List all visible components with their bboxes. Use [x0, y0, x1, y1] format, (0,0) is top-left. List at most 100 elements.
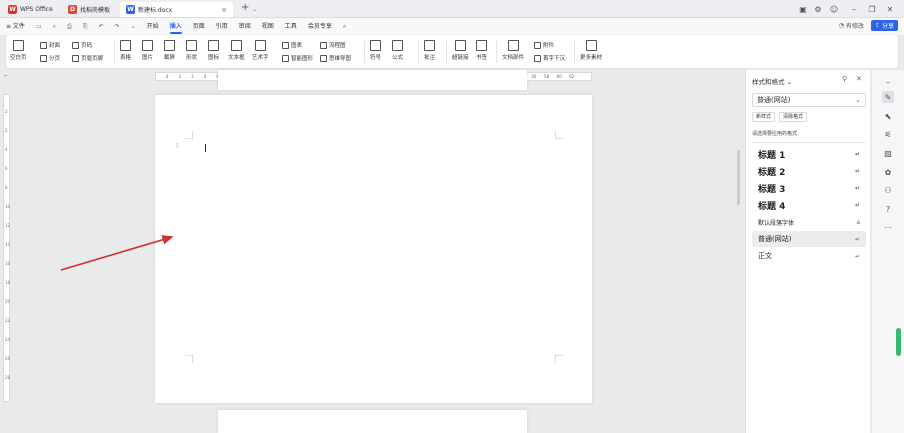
- tab-document[interactable]: W 新建标.docx ×: [120, 2, 233, 17]
- side-handle[interactable]: [896, 328, 901, 356]
- drop-cap-button[interactable]: 首字下沉: [534, 54, 565, 62]
- smart-graphic-button[interactable]: 智能图形: [282, 54, 313, 62]
- tab-wps-office[interactable]: W WPS Office: [2, 2, 59, 17]
- vertical-ruler[interactable]: 2 2 4 6 8 10 12 14 16 18 20 22 24 26 28: [3, 94, 10, 402]
- select-icon[interactable]: ⬉: [882, 110, 894, 122]
- drag-handle-icon[interactable]: ⠿: [175, 143, 179, 150]
- tab-start[interactable]: 开始: [147, 18, 159, 35]
- collab-status[interactable]: ◔ 有修改: [839, 21, 864, 30]
- symbol-button[interactable]: 符号: [370, 40, 381, 61]
- close-tab-icon[interactable]: ×: [221, 6, 227, 14]
- cover-button[interactable]: 封面: [40, 41, 60, 49]
- more-icon[interactable]: ⋯: [882, 221, 894, 233]
- close-panel-icon[interactable]: ✕: [856, 75, 862, 83]
- style-heading-1[interactable]: 标题 1 ↵: [752, 146, 866, 162]
- help-icon[interactable]: ?: [882, 203, 894, 215]
- close-icon[interactable]: ✕: [884, 3, 896, 15]
- wordart-button[interactable]: 艺术字: [252, 40, 269, 61]
- style-normal-web[interactable]: 普通(网站) ↵: [752, 231, 866, 247]
- pen-icon[interactable]: ✎: [882, 91, 894, 103]
- minimize-icon[interactable]: –: [848, 3, 860, 15]
- document-page[interactable]: ⠿: [155, 95, 592, 403]
- chevron-down-icon: ⌄: [786, 78, 793, 86]
- screenshot-button[interactable]: 截屏: [164, 40, 175, 61]
- export-icon[interactable]: ⎘: [83, 23, 88, 31]
- tab-insert[interactable]: 插入: [169, 18, 182, 35]
- icon-library-icon: [208, 40, 219, 51]
- doc-parts-button[interactable]: 文档部件: [502, 40, 524, 61]
- new-style-button[interactable]: 新样式: [752, 112, 776, 122]
- tab-tools[interactable]: 工具: [285, 18, 297, 35]
- palette-icon[interactable]: ✿: [882, 166, 894, 178]
- cloud-icon: ◔: [838, 22, 844, 29]
- table-button[interactable]: 表格: [120, 40, 131, 61]
- blank-page-button[interactable]: 空白页: [10, 40, 27, 61]
- tab-template[interactable]: D 找稻壳模板: [62, 2, 116, 17]
- chart-icon: [282, 41, 289, 49]
- formula-button[interactable]: 公式: [392, 40, 403, 61]
- icons-button[interactable]: 图标: [208, 40, 219, 61]
- ruler-corner-icon[interactable]: ⌐: [4, 73, 8, 79]
- tab-page[interactable]: 页面: [193, 18, 205, 35]
- settings-icon[interactable]: ⚟: [882, 128, 894, 140]
- file-menu[interactable]: ≡ 文件: [6, 18, 25, 35]
- menu-bar: ≡ 文件 ▭ ⌕ ⎙ ⎘ ↶ ↷ ⌄ 开始 插入 页面 引用 审阅 视图 工具 …: [0, 18, 904, 35]
- bookmark-button[interactable]: 书签: [476, 40, 487, 61]
- print-preview-icon[interactable]: ⌕: [53, 23, 56, 31]
- page-break-button[interactable]: 分页: [40, 54, 60, 62]
- more-material-button[interactable]: 更多素材: [580, 40, 602, 61]
- return-icon: ↵: [854, 184, 860, 192]
- account-icon[interactable]: ☺: [828, 3, 840, 15]
- search-icon[interactable]: ⌕: [343, 23, 346, 31]
- ruler-tick-label: 2: [191, 74, 194, 79]
- style-heading-4[interactable]: 标题 4 ↵: [752, 197, 866, 213]
- redo-icon[interactable]: ↷: [115, 23, 120, 30]
- mindmap-button[interactable]: 思维导图: [320, 54, 351, 62]
- attachment-button[interactable]: 附件: [534, 41, 554, 49]
- formula-icon: [392, 40, 403, 51]
- tab-label: 找稻壳模板: [80, 7, 111, 14]
- wordart-icon: [254, 40, 266, 51]
- page-number-button[interactable]: 页码: [72, 41, 92, 49]
- save-icon[interactable]: ▭: [36, 23, 42, 30]
- header-footer-button[interactable]: 页眉页脚: [72, 54, 103, 62]
- current-style-select[interactable]: 普通(网站) ⌄: [752, 93, 866, 107]
- tab-view[interactable]: 视图: [262, 18, 274, 35]
- restore-icon[interactable]: ❐: [866, 3, 878, 15]
- document-scrollbar[interactable]: [737, 150, 740, 205]
- clear-format-button[interactable]: 清除格式: [779, 112, 808, 122]
- tab-member[interactable]: 会员专享: [308, 18, 332, 35]
- picture-button[interactable]: 图片: [142, 40, 153, 61]
- chart-button[interactable]: 图表: [282, 41, 302, 49]
- textbox-icon: [230, 40, 242, 51]
- style-default-font[interactable]: 默认段落字体 a: [752, 214, 866, 230]
- more-icon[interactable]: ⌄: [131, 23, 136, 30]
- share-icon[interactable]: ⚇: [882, 184, 894, 196]
- minimize-icon[interactable]: –: [882, 76, 894, 88]
- share-button[interactable]: ⇪ 分享: [870, 20, 898, 31]
- image-icon[interactable]: ▨: [882, 147, 894, 159]
- hyperlink-button[interactable]: 超链接: [452, 40, 469, 61]
- page-number-icon: [72, 41, 79, 49]
- return-icon: ↵: [854, 201, 860, 209]
- style-heading-2[interactable]: 标题 2 ↵: [752, 163, 866, 179]
- undo-icon[interactable]: ↶: [99, 23, 104, 30]
- tab-review[interactable]: 审阅: [239, 18, 251, 35]
- shape-button[interactable]: 形状: [186, 40, 197, 61]
- comment-button[interactable]: 批注: [424, 40, 435, 61]
- pin-icon[interactable]: ⚲: [842, 75, 847, 83]
- next-page: [218, 410, 527, 433]
- smart-graphic-icon: [282, 54, 289, 62]
- style-body[interactable]: 正文 ↵: [752, 248, 866, 264]
- chevron-down-icon[interactable]: ⌄: [252, 6, 257, 13]
- gear-icon[interactable]: ⚙: [812, 3, 824, 15]
- flowchart-button[interactable]: 流程图: [320, 41, 346, 49]
- tab-reference[interactable]: 引用: [216, 18, 228, 35]
- ruler-tick-label: 62: [569, 74, 575, 79]
- layout-icon[interactable]: ▣: [797, 3, 809, 15]
- style-heading-3[interactable]: 标题 3 ↵: [752, 180, 866, 196]
- new-tab-button[interactable]: +: [241, 2, 249, 13]
- print-icon[interactable]: ⎙: [67, 23, 72, 31]
- textbox-button[interactable]: 文本框: [228, 40, 245, 61]
- docer-logo-icon: D: [68, 5, 77, 14]
